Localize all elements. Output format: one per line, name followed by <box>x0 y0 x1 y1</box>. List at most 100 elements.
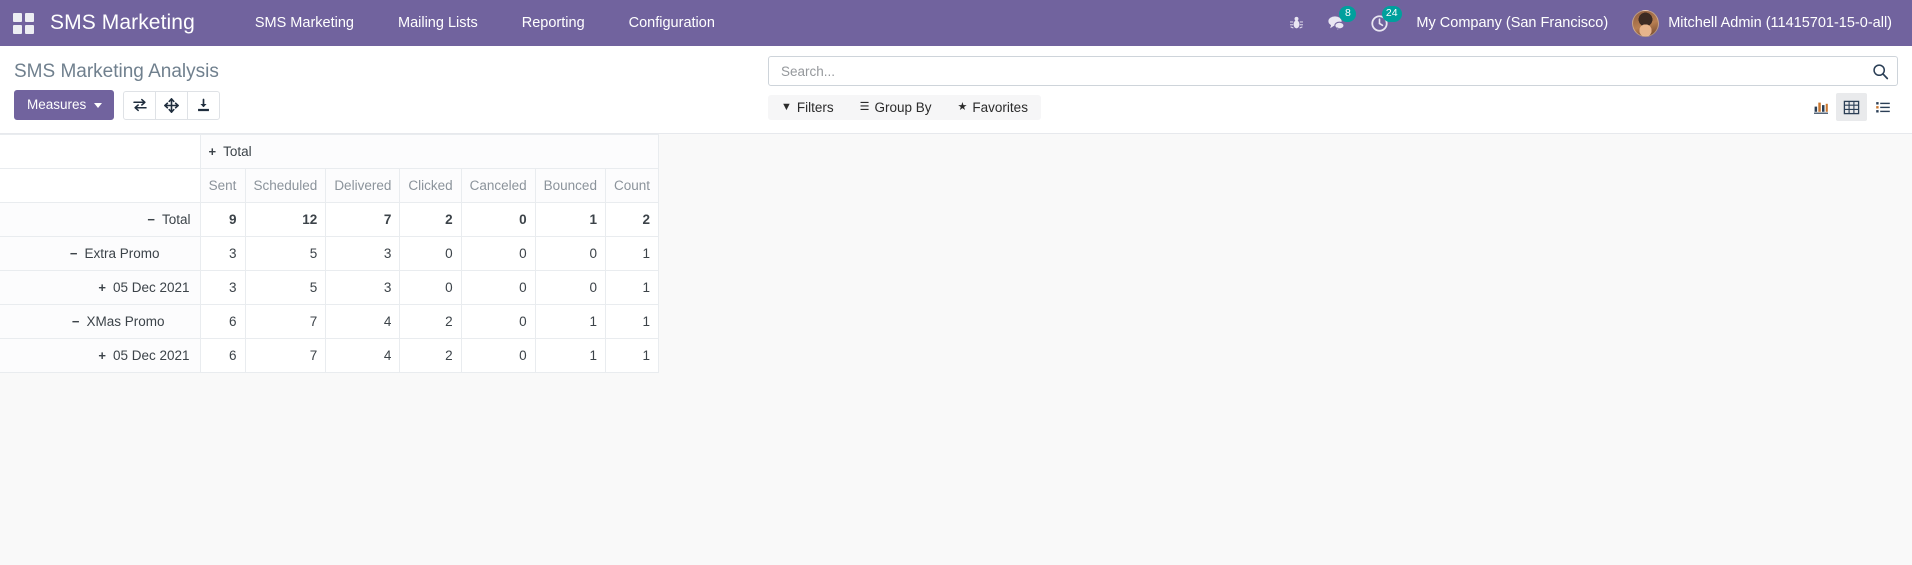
filters-menu[interactable]: ▼ Filters <box>768 95 847 120</box>
pivot-table-body: − Total 9 12 7 2 0 1 2 − Extra Promo 3 5 3… <box>0 202 659 373</box>
cell-delivered[interactable]: 7 <box>325 202 401 237</box>
apps-menu-toggle[interactable] <box>0 0 46 46</box>
filters-menu-label: Filters <box>796 99 834 115</box>
expand-row-toggle-icon: + <box>98 348 106 363</box>
measure-header-scheduled[interactable]: Scheduled <box>244 168 327 203</box>
menu-item-configuration[interactable]: Configuration <box>607 0 737 46</box>
cell-sent[interactable]: 9 <box>199 202 246 237</box>
measures-button[interactable]: Measures <box>14 90 115 120</box>
search-icon <box>1873 63 1889 79</box>
cell-delivered[interactable]: 4 <box>325 338 401 373</box>
menu-item-reporting[interactable]: Reporting <box>500 0 607 46</box>
column-group-total-header[interactable]: + Total <box>199 134 659 169</box>
group-by-bars-icon: ☰ <box>859 100 870 113</box>
cell-sent[interactable]: 6 <box>199 338 246 373</box>
debug-menu-button[interactable] <box>1278 0 1315 46</box>
cell-delivered[interactable]: 3 <box>325 236 401 271</box>
cell-clicked[interactable]: 0 <box>399 236 462 271</box>
cell-count[interactable]: 1 <box>604 270 659 305</box>
control-panel-right: ▼ Filters ☰ Group By ★ Favorites <box>768 46 1898 121</box>
collapse-row-toggle-icon: − <box>147 212 155 227</box>
cell-canceled[interactable]: 0 <box>460 304 536 339</box>
expand-all-button[interactable] <box>155 90 189 120</box>
cell-sent[interactable]: 3 <box>199 270 246 305</box>
cell-sent[interactable]: 3 <box>199 236 246 271</box>
search-view[interactable] <box>768 56 1898 86</box>
cell-clicked[interactable]: 2 <box>399 338 462 373</box>
pivot-corner-cell <box>0 134 201 169</box>
collapse-row-toggle-icon: − <box>69 246 78 261</box>
cell-canceled[interactable]: 0 <box>460 236 536 271</box>
row-label: 05 Dec 2021 <box>112 280 190 295</box>
user-menu[interactable]: Mitchell Admin (11415701-15-0-all) <box>1624 0 1906 46</box>
cell-scheduled[interactable]: 7 <box>244 304 327 339</box>
cell-count[interactable]: 1 <box>604 236 659 271</box>
star-icon: ★ <box>957 100 968 113</box>
row-header-extra-promo[interactable]: − Extra Promo <box>0 236 201 271</box>
cell-scheduled[interactable]: 12 <box>244 202 327 237</box>
search-dropdown-menus: ▼ Filters ☰ Group By ★ Favorites <box>768 94 1041 120</box>
row-header-date-xmas[interactable]: +05 Dec 2021 <box>0 338 201 373</box>
row-header-total[interactable]: − Total <box>0 202 201 237</box>
pivot-view-button[interactable] <box>1836 93 1867 121</box>
pivot-view-content: + Total Sent Scheduled Delivered Clicked … <box>0 134 1912 373</box>
table-row: − Total 9 12 7 2 0 1 2 <box>0 202 659 237</box>
measure-header-delivered[interactable]: Delivered <box>325 168 401 203</box>
app-brand-name[interactable]: SMS Marketing <box>46 11 201 35</box>
search-input[interactable] <box>779 62 1866 80</box>
cell-clicked[interactable]: 2 <box>399 202 462 237</box>
pivot-toolbar: Measures <box>14 83 221 120</box>
expand-column-toggle-icon: + <box>208 144 217 159</box>
favorites-menu[interactable]: ★ Favorites <box>945 95 1041 120</box>
group-by-menu-label: Group By <box>874 99 932 115</box>
company-switcher[interactable]: My Company (San Francisco) <box>1400 15 1624 31</box>
table-row: − Extra Promo 3 5 3 0 0 0 1 <box>0 236 659 271</box>
cell-count[interactable]: 2 <box>604 202 659 237</box>
pivot-header-group-row: + Total <box>0 134 659 169</box>
top-navbar: SMS Marketing SMS Marketing Mailing List… <box>0 0 1912 46</box>
cell-bounced[interactable]: 0 <box>534 236 606 271</box>
activities-menu-button[interactable]: 24 <box>1359 0 1402 46</box>
cell-clicked[interactable]: 0 <box>399 270 462 305</box>
cell-bounced[interactable]: 0 <box>534 270 606 305</box>
pivot-measure-row: Sent Scheduled Delivered Clicked Cancele… <box>0 168 659 203</box>
cell-scheduled[interactable]: 5 <box>244 270 327 305</box>
cell-sent[interactable]: 6 <box>199 304 246 339</box>
measure-header-count[interactable]: Count <box>604 168 659 203</box>
filter-funnel-icon: ▼ <box>781 100 792 113</box>
cell-canceled[interactable]: 0 <box>460 202 536 237</box>
cell-count[interactable]: 1 <box>604 304 659 339</box>
cell-delivered[interactable]: 3 <box>325 270 401 305</box>
cell-count[interactable]: 1 <box>604 338 659 373</box>
cell-scheduled[interactable]: 7 <box>244 338 327 373</box>
flip-axis-button[interactable] <box>123 90 157 120</box>
measure-header-bounced[interactable]: Bounced <box>534 168 606 203</box>
cell-bounced[interactable]: 1 <box>534 338 606 373</box>
menu-item-mailing-lists[interactable]: Mailing Lists <box>376 0 500 46</box>
activities-count-badge: 24 <box>1381 6 1402 22</box>
messages-menu-button[interactable]: 8 <box>1315 0 1359 46</box>
cell-scheduled[interactable]: 5 <box>244 236 327 271</box>
search-options-row: ▼ Filters ☰ Group By ★ Favorites <box>768 93 1898 121</box>
cell-bounced[interactable]: 1 <box>534 202 606 237</box>
search-button[interactable] <box>1866 63 1889 80</box>
row-header-date-extra[interactable]: +05 Dec 2021 <box>0 270 201 305</box>
bug-icon <box>1290 16 1304 29</box>
cell-bounced[interactable]: 1 <box>534 304 606 339</box>
measure-header-clicked[interactable]: Clicked <box>399 168 462 203</box>
measure-header-sent[interactable]: Sent <box>199 168 246 203</box>
flip-axis-icon <box>133 98 147 112</box>
menu-item-sms-marketing[interactable]: SMS Marketing <box>233 0 376 46</box>
graph-view-button[interactable] <box>1805 93 1836 121</box>
measure-header-canceled[interactable]: Canceled <box>460 168 536 203</box>
download-xlsx-button[interactable] <box>187 90 221 120</box>
list-view-button[interactable] <box>1867 93 1898 121</box>
row-header-xmas-promo[interactable]: − XMas Promo <box>0 304 201 339</box>
cell-clicked[interactable]: 2 <box>399 304 462 339</box>
group-by-menu[interactable]: ☰ Group By <box>847 95 945 120</box>
row-label: Total <box>161 212 191 227</box>
cell-canceled[interactable]: 0 <box>460 338 536 373</box>
table-row: +05 Dec 2021 6 7 4 2 0 1 1 <box>0 338 659 373</box>
cell-canceled[interactable]: 0 <box>460 270 536 305</box>
cell-delivered[interactable]: 4 <box>325 304 401 339</box>
